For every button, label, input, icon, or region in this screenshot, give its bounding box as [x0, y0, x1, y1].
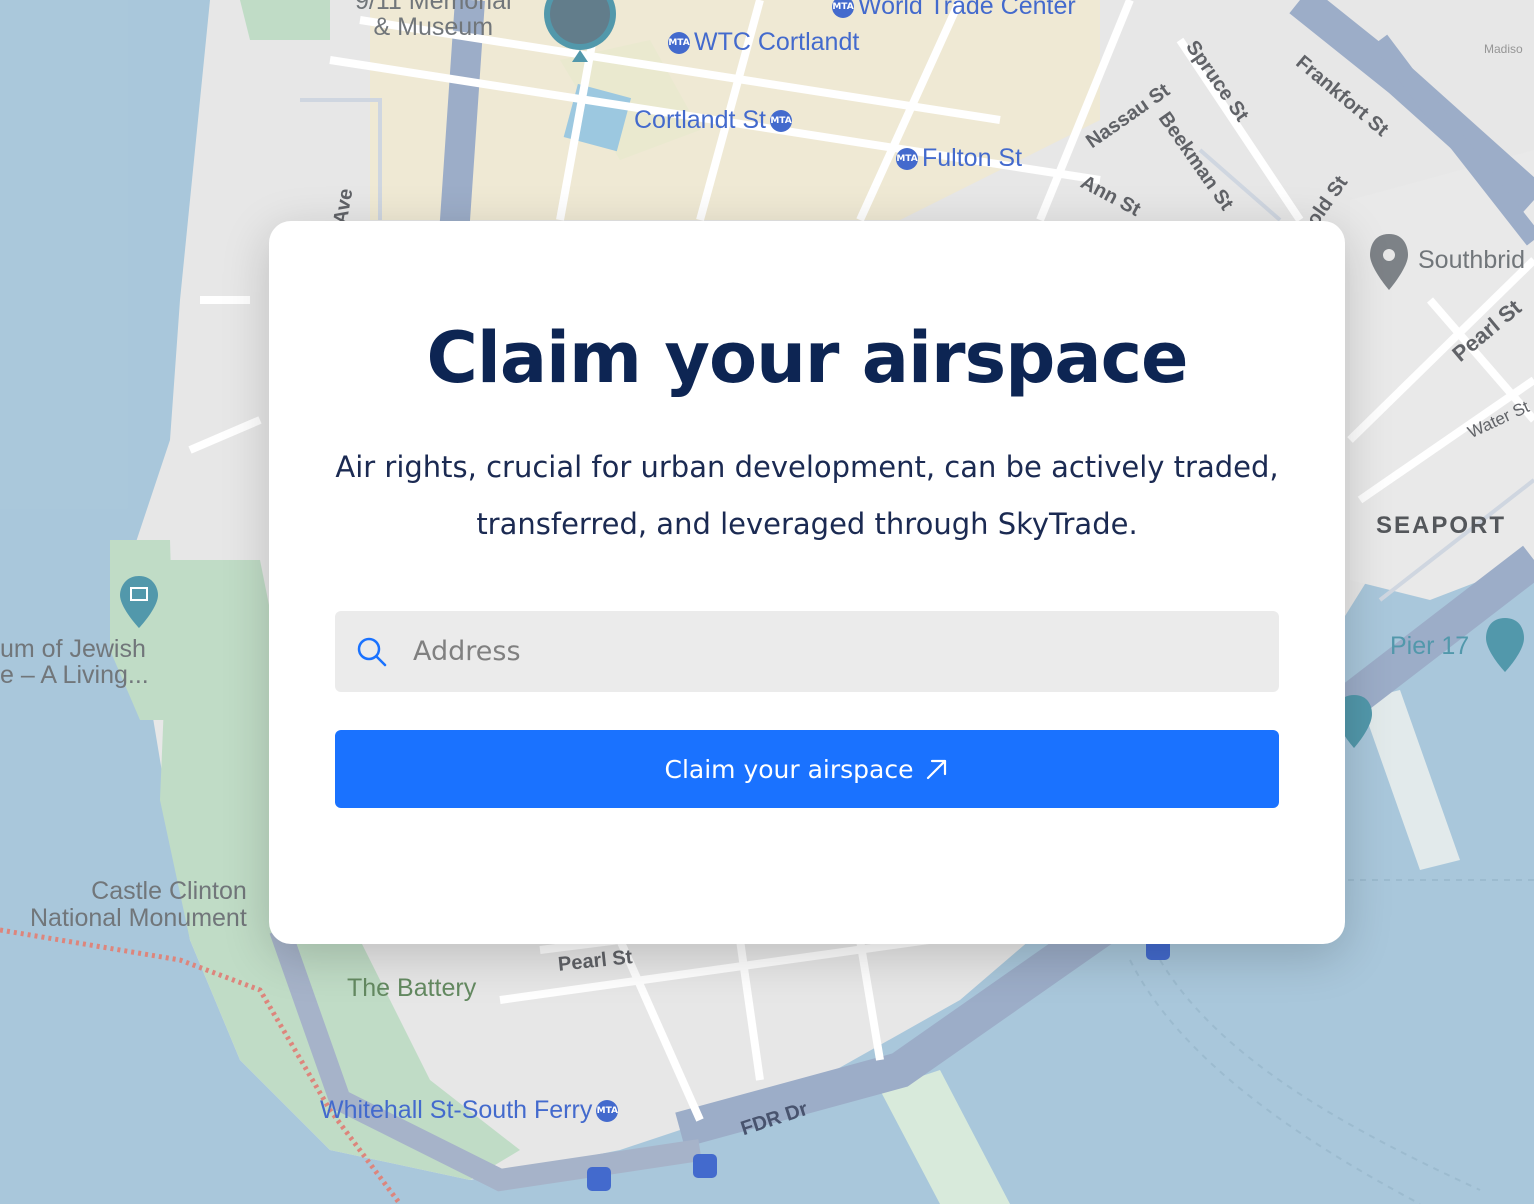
modal-title: Claim your airspace	[426, 317, 1188, 399]
arrow-up-right-icon	[926, 759, 946, 780]
address-input[interactable]	[413, 611, 1263, 692]
claim-button-label: Claim your airspace	[664, 754, 914, 784]
search-icon	[357, 637, 387, 667]
claim-airspace-button[interactable]: Claim your airspace	[335, 730, 1279, 808]
address-search-box[interactable]	[335, 611, 1279, 692]
modal-description: Air rights, crucial for urban developmen…	[335, 450, 1279, 541]
claim-airspace-modal: Claim your airspace Air rights, crucial …	[269, 221, 1345, 944]
